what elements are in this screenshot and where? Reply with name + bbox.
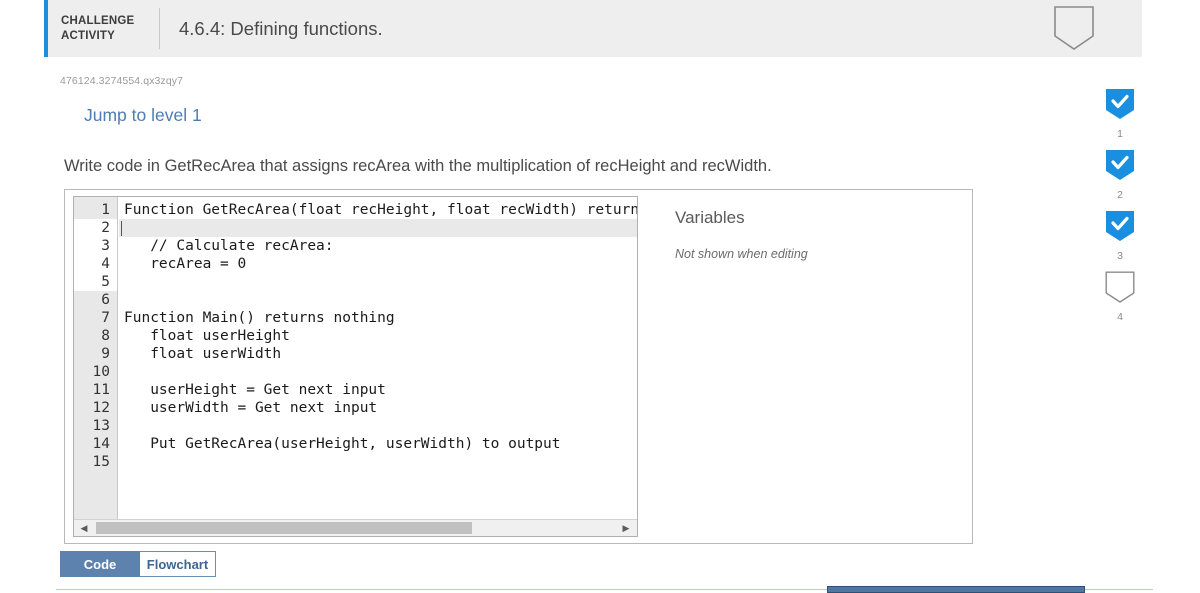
header-divider (159, 8, 160, 49)
code-line-text[interactable] (119, 219, 637, 237)
activity-header: CHALLENGE ACTIVITY 4.6.4: Defining funct… (44, 0, 1142, 57)
progress-step-number: 2 (1117, 189, 1123, 201)
line-number: 2 (101, 220, 110, 236)
line-number: 4 (101, 256, 110, 272)
code-line[interactable]: 4 recArea = 0 (74, 255, 637, 273)
scroll-left-arrow[interactable]: ◀ (76, 520, 92, 536)
challenge-activity-label-line2: ACTIVITY (61, 29, 115, 42)
line-number: 6 (101, 292, 110, 308)
variables-panel: Variables Not shown when editing (651, 196, 967, 537)
code-line[interactable]: 1 Function GetRecArea(float recHeight, fl… (74, 201, 637, 219)
view-tabs[interactable]: Code Flowchart (60, 551, 216, 577)
check-icon (1105, 210, 1135, 247)
scrollbar-thumb[interactable] (96, 522, 472, 534)
code-line[interactable]: 11 userHeight = Get next input (74, 381, 637, 399)
code-line-text[interactable]: Function Main() returns nothing (119, 309, 395, 327)
code-line[interactable]: 6 (74, 291, 637, 309)
tab-code[interactable]: Code (60, 551, 140, 577)
jump-to-level-link[interactable]: Jump to level 1 (84, 105, 202, 126)
header-accent-stripe (44, 0, 48, 57)
progress-step-number: 4 (1117, 311, 1123, 323)
progress-step-3[interactable]: 3 (1100, 210, 1140, 262)
code-line[interactable]: 9 float userWidth (74, 345, 637, 363)
code-line-text[interactable]: Put GetRecArea(userHeight, userWidth) to… (119, 435, 560, 453)
line-number: 10 (92, 364, 110, 380)
code-line[interactable]: 7 Function Main() returns nothing (74, 309, 637, 327)
check-icon (1105, 149, 1135, 186)
line-number: 11 (92, 382, 110, 398)
progress-step-2[interactable]: 2 (1100, 149, 1140, 201)
line-number: 14 (92, 436, 110, 452)
code-line-text[interactable]: Function GetRecArea(float recHeight, flo… (119, 201, 637, 219)
code-line[interactable]: 15 (74, 453, 637, 471)
code-line[interactable]: 10 (74, 363, 637, 381)
code-line-text[interactable] (119, 417, 124, 435)
line-number: 12 (92, 400, 110, 416)
text-cursor (121, 221, 122, 236)
code-line-text[interactable] (119, 291, 124, 309)
line-number: 9 (101, 346, 110, 362)
line-number: 3 (101, 238, 110, 254)
code-lines[interactable]: 1 Function GetRecArea(float recHeight, fl… (74, 201, 637, 471)
activity-id: 476124.3274554.qx3zqy7 (60, 75, 184, 87)
bottom-action-bar[interactable] (827, 586, 1085, 593)
line-number: 8 (101, 328, 110, 344)
shield-empty-icon (1052, 5, 1096, 51)
code-editor[interactable]: 1 Function GetRecArea(float recHeight, fl… (73, 196, 638, 537)
variables-note: Not shown when editing (675, 247, 808, 261)
code-line-text[interactable] (119, 273, 124, 291)
code-line[interactable]: 14 Put GetRecArea(userHeight, userWidth)… (74, 435, 637, 453)
editor-container: 1 Function GetRecArea(float recHeight, fl… (64, 189, 973, 544)
code-line[interactable]: 8 float userHeight (74, 327, 637, 345)
shield-empty-icon (1105, 271, 1135, 308)
code-line-text[interactable]: float userHeight (119, 327, 290, 345)
code-line[interactable]: 12 userWidth = Get next input (74, 399, 637, 417)
challenge-activity-label: CHALLENGE ACTIVITY (61, 14, 153, 44)
tab-flowchart[interactable]: Flowchart (140, 551, 216, 577)
line-number: 1 (101, 202, 110, 218)
code-line-text[interactable]: float userWidth (119, 345, 281, 363)
check-icon (1105, 88, 1135, 125)
line-number: 7 (101, 310, 110, 326)
code-line[interactable]: 2 (74, 219, 637, 237)
progress-step-number: 1 (1117, 128, 1123, 140)
activity-body: 476124.3274554.qx3zqy7 Jump to level 1 W… (0, 57, 1200, 593)
code-line-text[interactable]: userWidth = Get next input (119, 399, 377, 417)
progress-step-number: 3 (1117, 250, 1123, 262)
activity-prompt: Write code in GetRecArea that assigns re… (64, 157, 772, 175)
challenge-activity-label-line1: CHALLENGE (61, 14, 135, 27)
page-title: 4.6.4: Defining functions. (179, 17, 383, 39)
code-line[interactable]: 13 (74, 417, 637, 435)
scroll-right-arrow[interactable]: ▶ (618, 520, 634, 536)
line-number: 13 (92, 418, 110, 434)
progress-step-1[interactable]: 1 (1100, 88, 1140, 140)
code-line-text[interactable]: userHeight = Get next input (119, 381, 386, 399)
line-number: 15 (92, 454, 110, 470)
code-line-text[interactable] (119, 363, 124, 381)
code-line[interactable]: 5 (74, 273, 637, 291)
line-number: 5 (101, 274, 110, 290)
code-line-text[interactable]: recArea = 0 (119, 255, 246, 273)
code-line[interactable]: 3 // Calculate recArea: (74, 237, 637, 255)
progress-rail[interactable]: 1 2 3 4 (1100, 88, 1140, 332)
horizontal-scrollbar[interactable]: ◀ ▶ (74, 519, 637, 536)
code-line-text[interactable] (119, 453, 124, 471)
variables-title: Variables (675, 208, 745, 227)
progress-step-4[interactable]: 4 (1100, 271, 1140, 323)
code-line-text[interactable]: // Calculate recArea: (119, 237, 333, 255)
